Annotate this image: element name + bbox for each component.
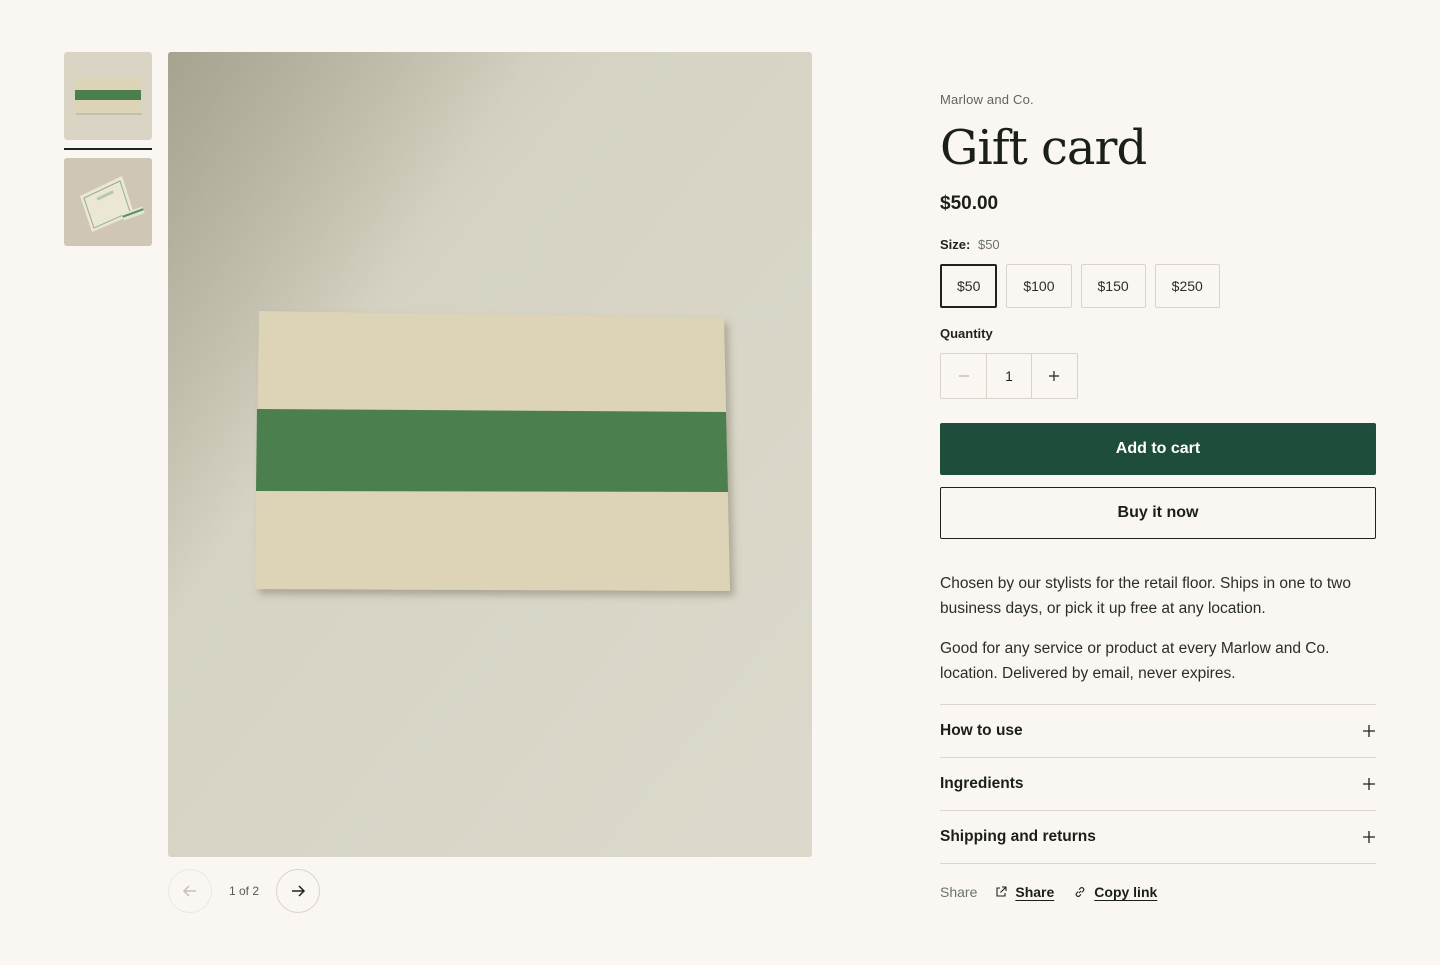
accordion-shipping-and-returns[interactable]: Shipping and returns xyxy=(940,811,1376,864)
plus-icon xyxy=(1049,371,1060,381)
accordion-label: Ingredients xyxy=(940,775,1024,792)
quantity-stepper: 1 xyxy=(940,353,1078,399)
size-label-row: Size: $50 xyxy=(940,237,1376,252)
share-label: Share xyxy=(940,884,978,900)
minus-icon xyxy=(958,375,969,377)
accordion-label: Shipping and returns xyxy=(940,828,1096,845)
size-options: $50 $100 $150 $250 xyxy=(940,264,1376,308)
plus-icon xyxy=(1363,725,1375,737)
quantity-increase-button[interactable] xyxy=(1032,354,1077,398)
product-description: Chosen by our stylists for the retail fl… xyxy=(940,571,1376,686)
main-product-image xyxy=(168,52,812,857)
size-option-50[interactable]: $50 xyxy=(940,264,998,308)
share-button-label: Share xyxy=(1015,884,1055,900)
plus-icon xyxy=(1363,778,1375,790)
size-option-250[interactable]: $250 xyxy=(1154,264,1220,308)
previous-slide-button[interactable] xyxy=(168,869,212,913)
thumbnail-gift-card-stand[interactable] xyxy=(64,158,152,246)
size-label: Size: xyxy=(940,237,971,252)
product-price: $50.00 xyxy=(940,193,999,214)
external-share-icon xyxy=(996,886,1007,897)
product-page: 1 of 2 Marlow and Co. Gift card $50.00 S… xyxy=(0,0,1440,965)
arrow-right-icon xyxy=(292,885,306,897)
slider-controls: 1 of 2 xyxy=(168,868,320,914)
link-icon xyxy=(1075,887,1085,897)
active-thumbnail-indicator xyxy=(64,148,152,150)
thumbnail-gift-card-front[interactable] xyxy=(64,52,152,140)
accordion-label: How to use xyxy=(940,722,1023,739)
copy-link-label: Copy link xyxy=(1094,884,1158,900)
share-button[interactable]: Share xyxy=(995,884,1054,900)
accordion-ingredients[interactable]: Ingredients xyxy=(940,758,1376,811)
product-vendor: Marlow and Co. xyxy=(940,92,1034,107)
copy-link-button[interactable]: Copy link xyxy=(1074,884,1157,900)
size-option-100[interactable]: $100 xyxy=(1006,264,1072,308)
quantity-input[interactable]: 1 xyxy=(986,354,1032,398)
plus-icon xyxy=(1363,831,1375,843)
share-row: Share Share Copy link xyxy=(940,884,1376,900)
description-paragraph: Chosen by our stylists for the retail fl… xyxy=(940,575,1351,617)
arrow-left-icon xyxy=(182,885,196,897)
thumbnail-list xyxy=(64,52,152,246)
slide-counter: 1 of 2 xyxy=(228,884,260,898)
next-slide-button[interactable] xyxy=(276,869,320,913)
product-title: Gift card xyxy=(940,120,1147,176)
size-selected-value: $50 xyxy=(977,237,1000,252)
description-paragraph: Good for any service or product at every… xyxy=(940,640,1330,682)
buy-now-button[interactable]: Buy it now xyxy=(940,487,1376,539)
product-accordion: How to use Ingredients Shipping and retu… xyxy=(940,704,1376,864)
product-info: Marlow and Co. Gift card $50.00 Size: $5… xyxy=(940,92,1376,900)
size-option-150[interactable]: $150 xyxy=(1080,264,1146,308)
accordion-how-to-use[interactable]: How to use xyxy=(940,705,1376,758)
add-to-cart-button[interactable]: Add to cart xyxy=(940,423,1376,475)
quantity-decrease-button[interactable] xyxy=(941,354,986,398)
quantity-label: Quantity xyxy=(940,326,993,341)
